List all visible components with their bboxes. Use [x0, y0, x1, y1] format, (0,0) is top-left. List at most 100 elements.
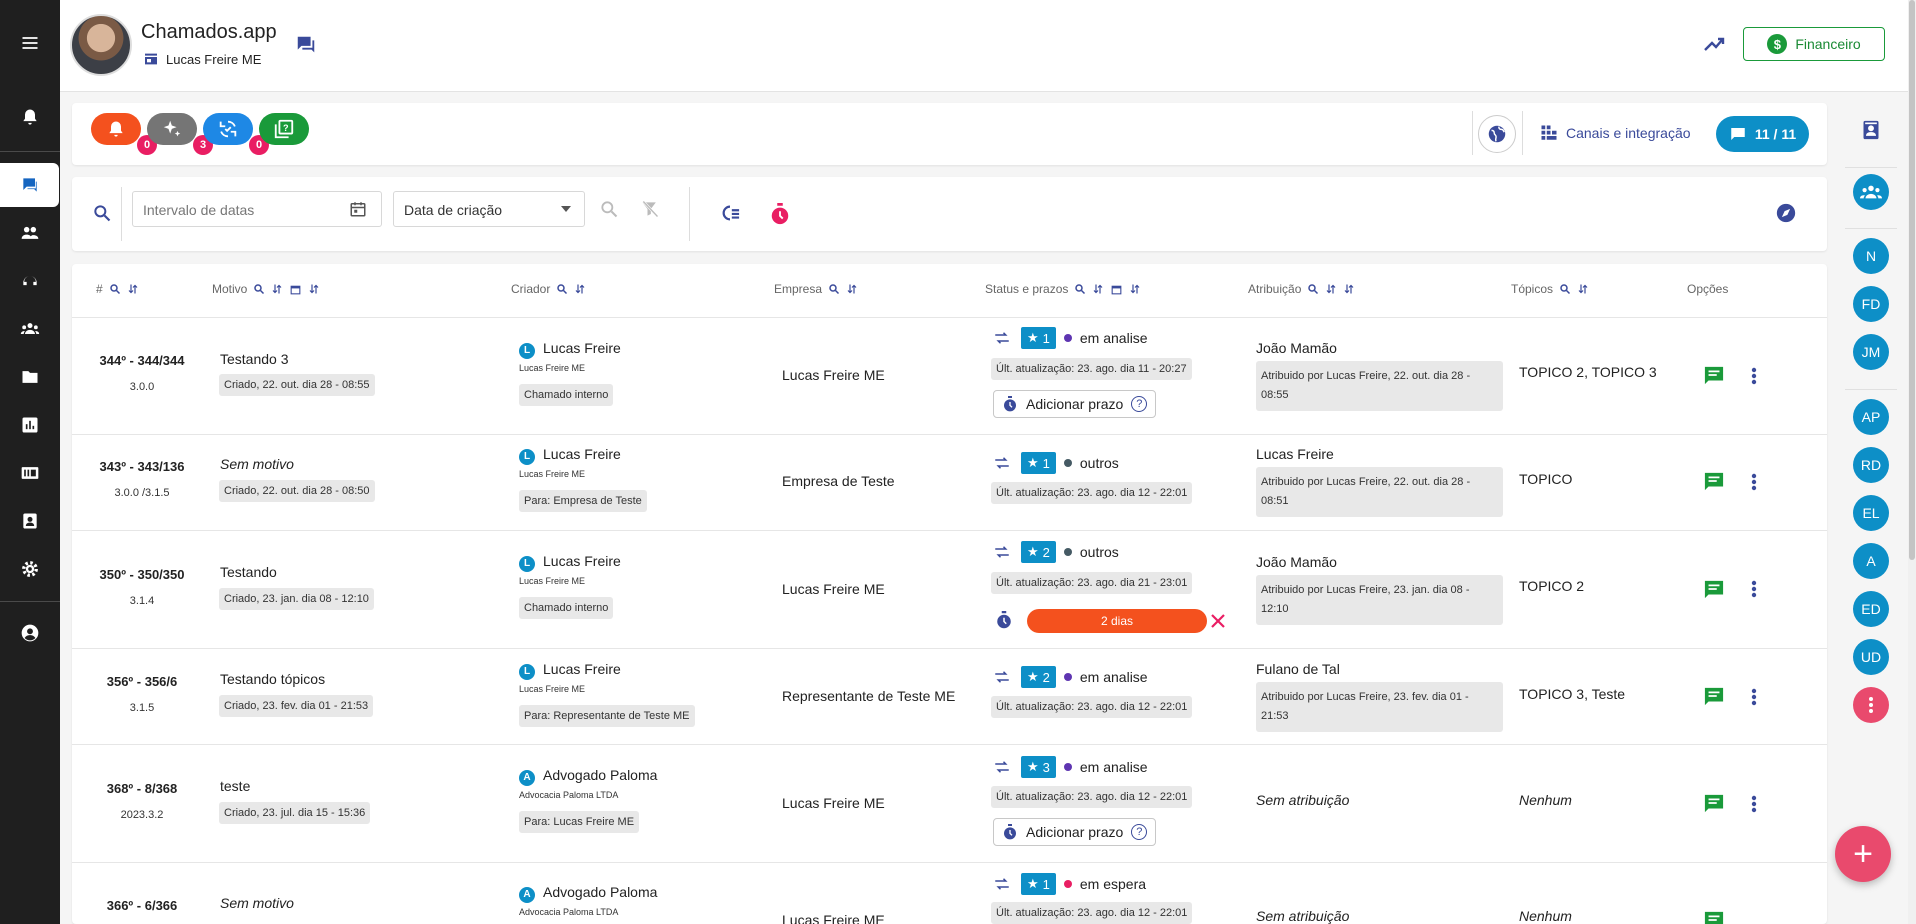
sort-icon[interactable]: [1343, 283, 1355, 295]
swap-icon[interactable]: [993, 877, 1011, 891]
user-avatar-circle[interactable]: AP: [1853, 399, 1889, 435]
notifications-icon[interactable]: [0, 95, 60, 139]
sort-icon[interactable]: [308, 283, 320, 295]
col-header-criador: Criador: [511, 281, 586, 297]
calendar-icon[interactable]: [349, 200, 367, 218]
search-icon[interactable]: [253, 283, 265, 295]
sort-icon[interactable]: [271, 283, 283, 295]
sort-icon[interactable]: [1129, 283, 1141, 295]
nav-board-icon[interactable]: [0, 451, 60, 495]
user-avatar-circle[interactable]: JM: [1853, 334, 1889, 370]
user-avatar-circle[interactable]: UD: [1853, 639, 1889, 675]
more-options-icon[interactable]: [1751, 580, 1757, 598]
add-deadline-button[interactable]: Adicionar prazo ?: [993, 390, 1157, 418]
nav-support-icon[interactable]: [0, 259, 60, 303]
more-options-icon[interactable]: [1751, 795, 1757, 813]
add-deadline-button[interactable]: Adicionar prazo ?: [993, 818, 1157, 846]
swap-icon[interactable]: [993, 331, 1011, 345]
priority-badge[interactable]: ★ 1: [1021, 327, 1056, 349]
search-icon[interactable]: [828, 283, 840, 295]
apply-search-icon[interactable]: [599, 199, 619, 224]
date-range-field[interactable]: [132, 191, 382, 227]
canais-integracao-button[interactable]: Canais e integração: [1540, 124, 1691, 142]
message-icon[interactable]: [1703, 579, 1725, 599]
nav-chamados-icon[interactable]: [0, 163, 59, 207]
trend-icon[interactable]: [1703, 34, 1727, 59]
more-options-icon[interactable]: [1751, 473, 1757, 491]
user-avatar-circle[interactable]: ED: [1853, 591, 1889, 627]
close-icon[interactable]: [1210, 613, 1226, 629]
user-avatar-circle[interactable]: N: [1853, 238, 1889, 274]
header-chat-icon[interactable]: [295, 34, 317, 61]
priority-badge[interactable]: ★ 3: [1021, 756, 1056, 778]
sort-icon[interactable]: [1325, 283, 1337, 295]
sort-icon[interactable]: [1577, 283, 1589, 295]
ai-pill[interactable]: [147, 113, 197, 145]
swap-icon[interactable]: [993, 670, 1011, 684]
sort-icon[interactable]: [1092, 283, 1104, 295]
timer-icon[interactable]: [995, 610, 1013, 630]
message-icon[interactable]: [1703, 365, 1725, 385]
sort-icon[interactable]: [846, 283, 858, 295]
sort-icon[interactable]: [127, 283, 139, 295]
calendar-icon[interactable]: [289, 283, 302, 296]
alerts-pill[interactable]: [91, 113, 141, 145]
message-icon[interactable]: [1703, 686, 1725, 706]
list-filter-icon[interactable]: [719, 203, 741, 228]
user-avatar-circle[interactable]: EL: [1853, 495, 1889, 531]
calendar-icon[interactable]: [1110, 283, 1123, 296]
divider: [121, 187, 122, 241]
contacts-book-icon[interactable]: [1861, 119, 1881, 146]
financeiro-button[interactable]: $ Financeiro: [1743, 27, 1885, 61]
compass-icon[interactable]: [1775, 202, 1797, 229]
help-book-pill[interactable]: ?: [259, 113, 309, 145]
nav-reports-icon[interactable]: [0, 403, 60, 447]
swap-icon[interactable]: [993, 760, 1011, 774]
nav-users-icon[interactable]: [0, 211, 60, 255]
left-nav-rail: [0, 0, 60, 924]
date-range-input[interactable]: [143, 202, 343, 218]
more-users-button[interactable]: [1853, 687, 1889, 723]
message-icon[interactable]: [1703, 793, 1725, 813]
search-icon[interactable]: [556, 283, 568, 295]
search-icon[interactable]: [109, 283, 121, 295]
priority-badge[interactable]: ★ 1: [1021, 873, 1056, 895]
nav-account-icon[interactable]: [0, 611, 60, 655]
message-icon[interactable]: [1703, 910, 1725, 924]
nav-groups-icon[interactable]: [0, 307, 60, 351]
user-avatar-circle[interactable]: FD: [1853, 286, 1889, 322]
nav-contacts-icon[interactable]: [0, 499, 60, 543]
status-dot: [1063, 673, 1072, 681]
search-icon[interactable]: [1307, 283, 1319, 295]
menu-icon[interactable]: [0, 21, 60, 65]
timer-icon[interactable]: [769, 202, 791, 231]
company-selector[interactable]: Lucas Freire ME: [143, 51, 261, 67]
user-avatar-circle[interactable]: A: [1853, 543, 1889, 579]
sort-icon[interactable]: [574, 283, 586, 295]
team-avatar[interactable]: [1853, 174, 1889, 210]
nav-folder-icon[interactable]: [0, 355, 60, 399]
priority-badge[interactable]: ★ 2: [1021, 666, 1056, 688]
more-options-icon[interactable]: [1751, 367, 1757, 385]
globe-icon[interactable]: [1478, 115, 1516, 153]
message-icon[interactable]: [1703, 471, 1725, 491]
search-icon[interactable]: [92, 203, 112, 228]
swap-icon[interactable]: [993, 456, 1011, 470]
tickets-count-pill[interactable]: 11 / 11: [1716, 116, 1809, 152]
more-options-icon[interactable]: [1751, 688, 1757, 706]
priority-badge[interactable]: ★ 2: [1021, 541, 1056, 563]
scrollbar[interactable]: [1908, 0, 1916, 924]
swap-icon[interactable]: [993, 545, 1011, 559]
priority-badge[interactable]: ★ 1: [1021, 452, 1056, 474]
search-icon[interactable]: [1074, 283, 1086, 295]
search-icon[interactable]: [1559, 283, 1571, 295]
clear-filter-icon[interactable]: [640, 199, 660, 224]
sync-pill[interactable]: [203, 113, 253, 145]
sort-select[interactable]: Data de criação: [393, 191, 585, 227]
scrollbar-thumb[interactable]: [1909, 0, 1915, 560]
add-ticket-fab[interactable]: +: [1835, 826, 1891, 882]
nav-settings-icon[interactable]: [0, 547, 60, 591]
user-avatar-circle[interactable]: RD: [1853, 447, 1889, 483]
user-avatar[interactable]: [70, 14, 132, 76]
deadline-progress-bar[interactable]: 2 dias: [1027, 609, 1207, 633]
